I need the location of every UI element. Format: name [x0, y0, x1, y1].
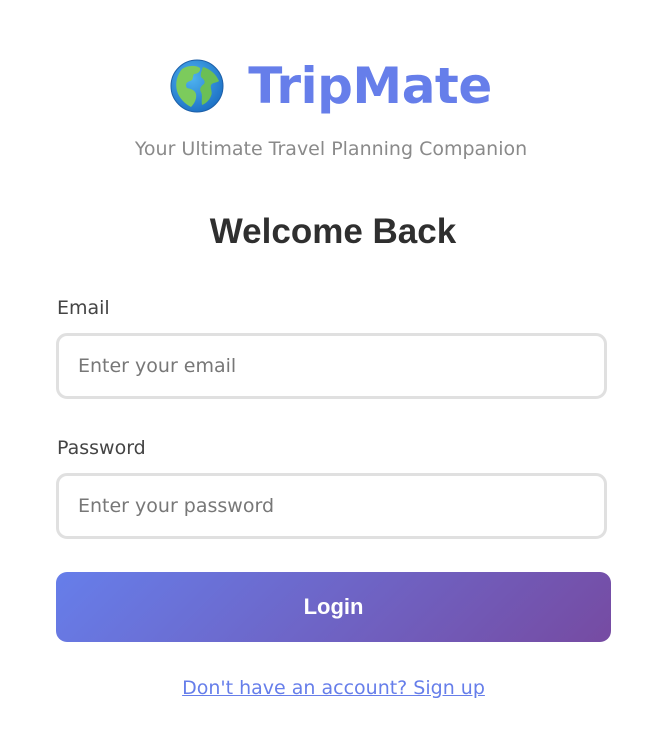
brand-name: TripMate — [248, 57, 492, 115]
signup-prompt: Don't have an account? Sign up — [0, 675, 662, 701]
password-field[interactable] — [56, 473, 607, 539]
brand-tagline: Your Ultimate Travel Planning Companion — [134, 138, 528, 160]
email-label: Email — [57, 297, 110, 319]
page-title: Welcome Back — [209, 212, 457, 251]
signup-link[interactable]: Don't have an account? Sign up — [182, 677, 485, 699]
password-label: Password — [57, 437, 146, 459]
brand-header: TripMate — [0, 56, 662, 116]
email-field[interactable] — [56, 333, 607, 399]
globe-icon — [170, 59, 224, 113]
login-button[interactable]: Login — [56, 572, 611, 642]
login-card: TripMate Your Ultimate Travel Planning C… — [0, 0, 662, 739]
